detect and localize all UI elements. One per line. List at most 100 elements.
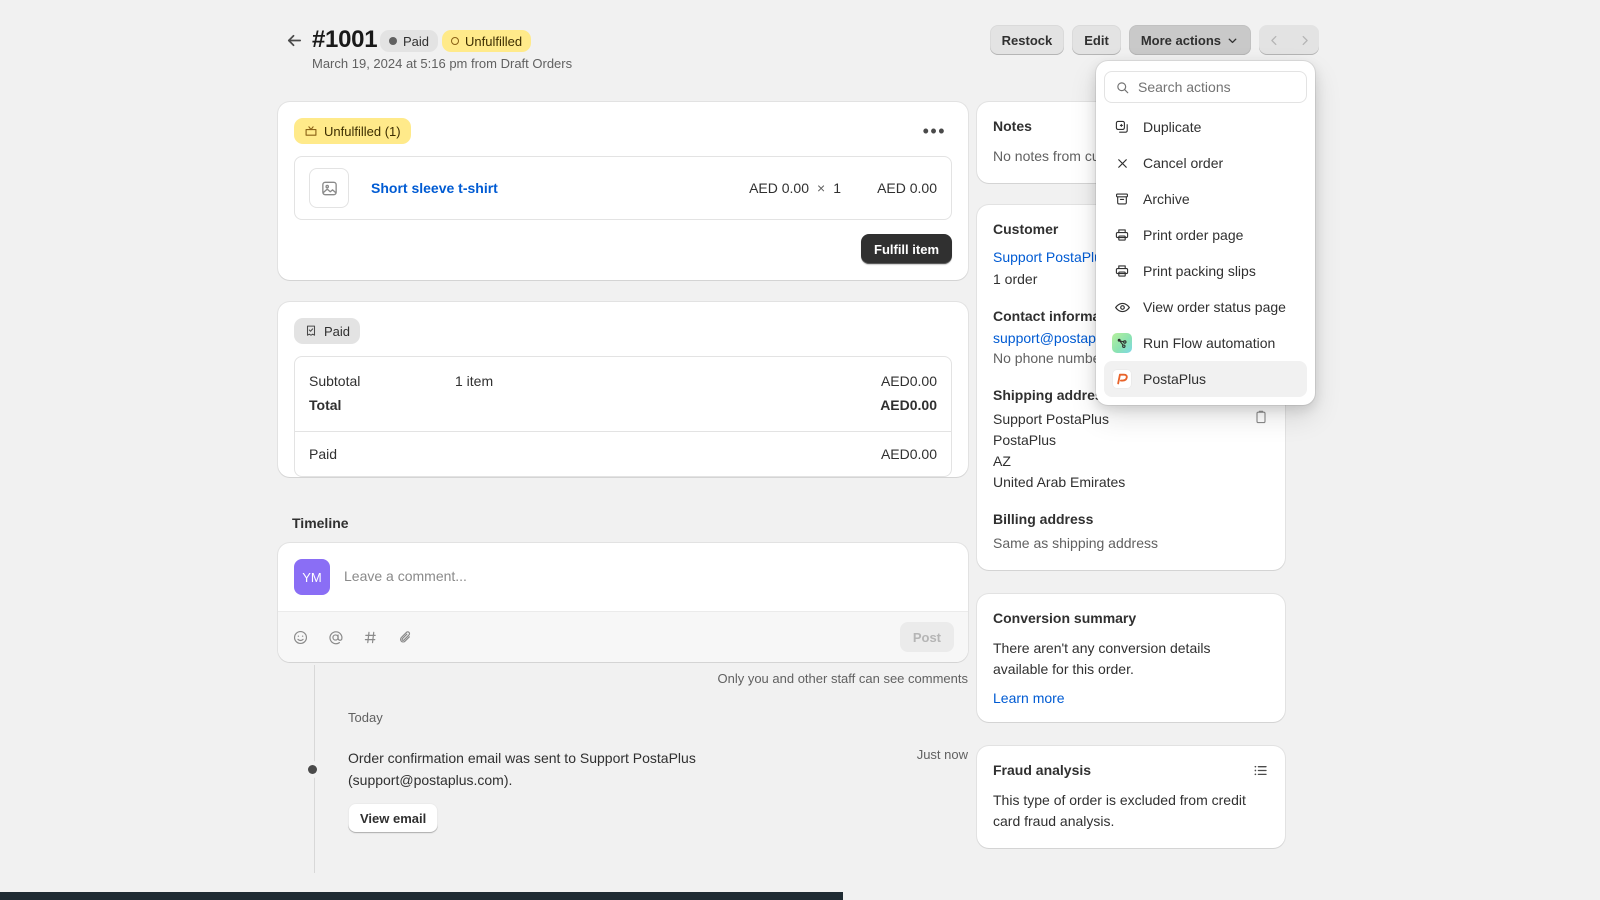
- dropdown-item-label: Print order page: [1143, 227, 1243, 243]
- fulfillment-card-footer: Fulfill item: [278, 220, 968, 280]
- dropdown-item-cancel-order[interactable]: Cancel order: [1104, 145, 1307, 181]
- shipping-address-line-4: United Arab Emirates: [993, 472, 1125, 493]
- line-item: Short sleeve t-shirt AED 0.00 × 1 AED 0.…: [295, 157, 951, 219]
- pagination: [1259, 25, 1319, 55]
- status-badge-paid: Paid: [380, 30, 438, 52]
- conversion-learn-more-link[interactable]: Learn more: [993, 690, 1269, 706]
- dropdown-item-print-packing-slips[interactable]: Print packing slips: [1104, 253, 1307, 289]
- timeline-feed: Today Order confirmation email was sent …: [278, 710, 968, 833]
- dropdown-item-duplicate[interactable]: Duplicate: [1104, 109, 1307, 145]
- more-actions-dropdown: Duplicate Cancel order Archive Print ord…: [1096, 61, 1315, 405]
- line-item-quantity: 1: [833, 180, 841, 196]
- payment-rows: Subtotal 1 item AED0.00 Total AED0.00: [295, 357, 951, 431]
- hashtag-icon[interactable]: [362, 629, 379, 646]
- fraud-analysis-body: This type of order is excluded from cred…: [993, 790, 1269, 832]
- shopify-flow-app-icon: [1112, 333, 1132, 353]
- unfulfilled-package-icon: [304, 124, 318, 138]
- mention-icon[interactable]: [327, 629, 344, 646]
- more-actions-button[interactable]: More actions: [1129, 25, 1251, 55]
- postaplus-app-icon: [1112, 369, 1132, 389]
- timeline-day-label: Today: [348, 710, 968, 725]
- subtotal-items: 1 item: [455, 373, 881, 389]
- line-items-container: Short sleeve t-shirt AED 0.00 × 1 AED 0.…: [294, 156, 952, 220]
- total-label: Total: [309, 397, 455, 413]
- timeline-event-time: Just now: [897, 747, 968, 833]
- search-actions-field[interactable]: [1104, 71, 1307, 103]
- paid-label: Paid: [309, 446, 881, 462]
- multiply-symbol: ×: [817, 180, 825, 196]
- header-actions: Restock Edit More actions: [990, 25, 1319, 55]
- billing-address-title: Billing address: [993, 511, 1269, 527]
- order-subtitle: March 19, 2024 at 5:16 pm from Draft Ord…: [312, 56, 572, 71]
- printer-icon: [1112, 261, 1132, 281]
- dropdown-item-run-flow-automation[interactable]: Run Flow automation: [1104, 325, 1307, 361]
- avatar: YM: [294, 559, 330, 595]
- comment-composer-card: YM Leave a comment...: [278, 543, 968, 662]
- shipping-address-line-3: AZ: [993, 451, 1125, 472]
- status-ring-icon: [451, 37, 459, 45]
- line-item-pricing: AED 0.00 × 1 AED 0.00: [749, 180, 937, 196]
- conversion-summary-card: Conversion summary There aren't any conv…: [977, 594, 1285, 722]
- search-icon: [1115, 80, 1130, 95]
- timeline-section: Timeline YM Leave a comment...: [278, 515, 968, 833]
- total-amount: AED0.00: [880, 397, 937, 413]
- attachment-icon[interactable]: [397, 629, 414, 646]
- dropdown-item-view-order-status-page[interactable]: View order status page: [1104, 289, 1307, 325]
- comment-privacy-note: Only you and other staff can see comment…: [278, 671, 968, 686]
- bottom-status-bar: [0, 892, 843, 900]
- prev-page-button[interactable]: [1259, 25, 1289, 55]
- list-icon[interactable]: [1252, 762, 1269, 784]
- order-detail-page: #1001 Paid Unfulfilled March 19, 2024 at…: [0, 0, 1600, 900]
- fraud-analysis-header: Fraud analysis: [993, 762, 1269, 790]
- fulfillment-status-label: Unfulfilled (1): [324, 125, 401, 138]
- line-item-unit-price: AED 0.00: [749, 180, 809, 196]
- conversion-summary-body: There aren't any conversion details avai…: [993, 638, 1269, 680]
- comment-input[interactable]: Leave a comment...: [344, 559, 467, 584]
- payment-row-paid: Paid AED0.00: [295, 432, 951, 476]
- dropdown-item-label: Archive: [1143, 191, 1190, 207]
- dropdown-item-archive[interactable]: Archive: [1104, 181, 1307, 217]
- fulfillment-status-badge: Unfulfilled (1): [294, 118, 411, 144]
- ellipsis-icon[interactable]: •••: [917, 122, 952, 140]
- fulfillment-card: Unfulfilled (1) ••• Short sleeve t-shirt…: [278, 102, 968, 280]
- page-header: #1001 Paid Unfulfilled March 19, 2024 at…: [0, 0, 1600, 96]
- shipping-address-lines: Support PostaPlus PostaPlus AZ United Ar…: [993, 409, 1125, 493]
- payment-card: Paid Subtotal 1 item AED0.00 Total AED0.…: [278, 302, 968, 477]
- payment-row-subtotal: Subtotal 1 item AED0.00: [309, 369, 937, 393]
- dropdown-item-postaplus[interactable]: PostaPlus: [1104, 361, 1307, 397]
- printer-icon: [1112, 225, 1132, 245]
- emoji-icon[interactable]: [292, 629, 309, 646]
- main-column: Unfulfilled (1) ••• Short sleeve t-shirt…: [278, 102, 968, 833]
- view-email-button[interactable]: View email: [348, 803, 438, 833]
- shipping-address-line-2: PostaPlus: [993, 430, 1125, 451]
- restock-button[interactable]: Restock: [990, 25, 1065, 55]
- status-dot-icon: [389, 37, 397, 45]
- chevron-down-icon: [1226, 34, 1239, 47]
- conversion-summary-title: Conversion summary: [993, 610, 1269, 626]
- fulfill-item-button[interactable]: Fulfill item: [861, 234, 952, 264]
- subtotal-amount: AED0.00: [881, 373, 937, 389]
- edit-button[interactable]: Edit: [1072, 25, 1121, 55]
- timeline-event: Order confirmation email was sent to Sup…: [348, 747, 968, 833]
- dropdown-item-print-order-page[interactable]: Print order page: [1104, 217, 1307, 253]
- payment-summary-box: Subtotal 1 item AED0.00 Total AED0.00 Pa…: [294, 356, 952, 477]
- timeline-event-text: Order confirmation email was sent to Sup…: [348, 747, 768, 791]
- fulfillment-card-header: Unfulfilled (1) •••: [278, 102, 968, 156]
- receipt-check-icon: [304, 324, 318, 338]
- next-page-button[interactable]: [1289, 25, 1319, 55]
- clipboard-copy-icon[interactable]: [1253, 409, 1269, 430]
- line-item-title[interactable]: Short sleeve t-shirt: [371, 180, 498, 196]
- fraud-analysis-title: Fraud analysis: [993, 762, 1091, 778]
- back-arrow-icon[interactable]: [282, 28, 306, 52]
- payment-status-badge: Paid: [294, 318, 360, 344]
- payment-card-header: Paid: [278, 302, 968, 356]
- line-item-total: AED 0.00: [841, 180, 937, 196]
- paid-amount: AED0.00: [881, 446, 937, 462]
- image-placeholder-icon: [309, 168, 349, 208]
- duplicate-icon: [1112, 117, 1132, 137]
- timeline-title: Timeline: [292, 515, 968, 531]
- post-comment-button[interactable]: Post: [900, 622, 954, 652]
- search-actions-input[interactable]: [1138, 79, 1296, 95]
- comment-toolbar: Post: [278, 611, 968, 662]
- payment-row-total: Total AED0.00: [309, 393, 937, 417]
